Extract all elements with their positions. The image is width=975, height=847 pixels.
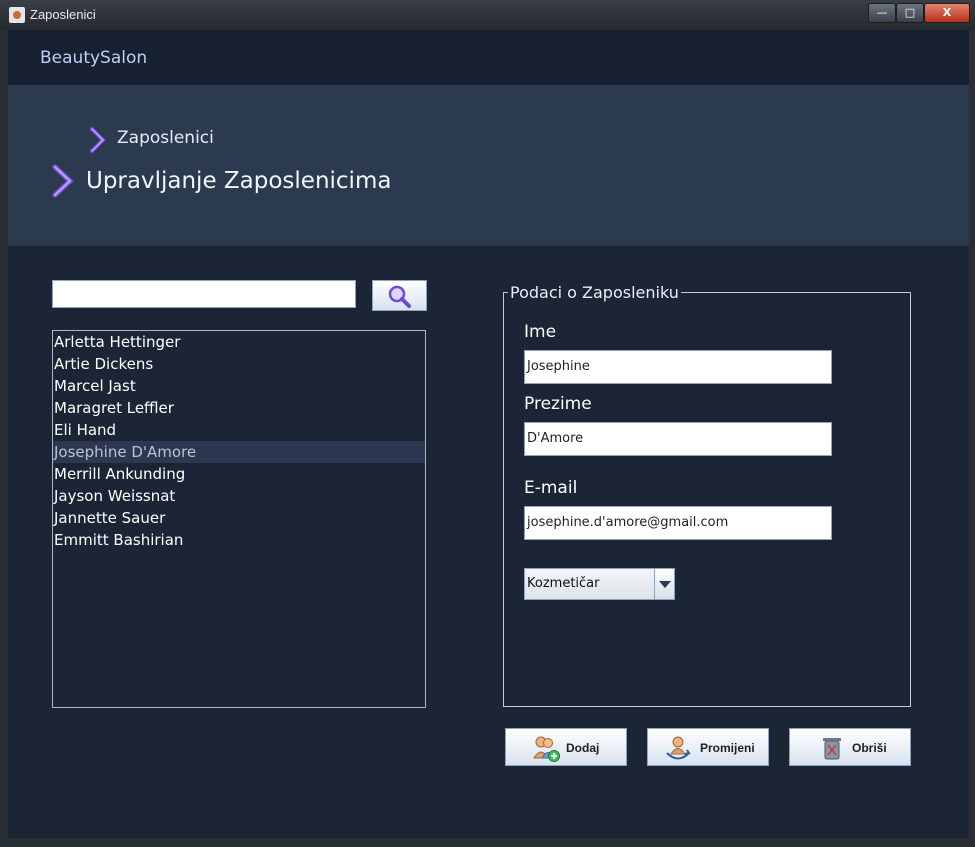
page-title: Upravljanje Zaposlenicima [86, 168, 392, 194]
add-button-label: Dodaj [566, 741, 600, 755]
role-select-value: Kozmetičar [527, 576, 600, 591]
role-select[interactable]: Kozmetičar [524, 568, 675, 600]
java-app-icon [9, 7, 25, 23]
chevron-right-icon [90, 127, 106, 153]
list-item[interactable]: Maragret Leffler [53, 397, 425, 419]
window-title: Zaposlenici [30, 7, 96, 22]
minimize-button[interactable]: — [868, 3, 896, 23]
delete-button[interactable]: Obriši [789, 728, 911, 766]
maximize-button[interactable]: □ [896, 3, 924, 23]
list-item[interactable]: Emmitt Bashirian [53, 529, 425, 551]
change-user-icon [666, 736, 691, 760]
breadcrumb: Zaposlenici [117, 128, 214, 148]
panel-legend: Podaci o Zaposleniku [508, 283, 681, 302]
search-input[interactable] [52, 280, 356, 308]
list-item[interactable]: Jannette Sauer [53, 507, 425, 529]
last-name-field[interactable]: D'Amore [524, 422, 832, 456]
list-item[interactable]: Arletta Hettinger [53, 331, 425, 353]
list-item-selected[interactable]: Josephine D'Amore [53, 441, 425, 463]
first-name-field[interactable]: Josephine [524, 350, 832, 384]
title-bar[interactable]: Zaposlenici — □ X [0, 0, 975, 30]
content-area: BeautySalon Zaposlenici Upravljanje Zapo… [8, 30, 969, 838]
list-item[interactable]: Eli Hand [53, 419, 425, 441]
list-item[interactable]: Artie Dickens [53, 353, 425, 375]
page-header [8, 85, 969, 246]
delete-button-label: Obriši [852, 741, 887, 755]
add-button[interactable]: Dodaj [505, 728, 627, 766]
edit-button-label: Promijeni [700, 741, 755, 755]
chevron-right-icon [52, 164, 74, 198]
employee-list[interactable]: Arletta Hettinger Artie Dickens Marcel J… [52, 330, 426, 708]
email-field[interactable]: josephine.d'amore@gmail.com [524, 506, 832, 540]
edit-button[interactable]: Promijeni [647, 728, 769, 766]
app-header: BeautySalon [8, 30, 969, 85]
add-user-icon [533, 736, 560, 762]
list-item[interactable]: Jayson Weissnat [53, 485, 425, 507]
trash-icon [823, 738, 841, 760]
list-item[interactable]: Marcel Jast [53, 375, 425, 397]
search-button[interactable] [372, 280, 427, 311]
last-name-label: Prezime [524, 394, 592, 414]
magnifier-icon [388, 285, 411, 308]
brand-title: BeautySalon [40, 48, 148, 68]
first-name-label: Ime [524, 322, 557, 342]
chevron-down-icon[interactable] [654, 569, 674, 599]
close-button[interactable]: X [924, 3, 970, 23]
list-item[interactable]: Merrill Ankunding [53, 463, 425, 485]
email-label: E-mail [524, 478, 578, 498]
application-window: Zaposlenici — □ X BeautySalon Zaposlenic… [0, 0, 975, 847]
